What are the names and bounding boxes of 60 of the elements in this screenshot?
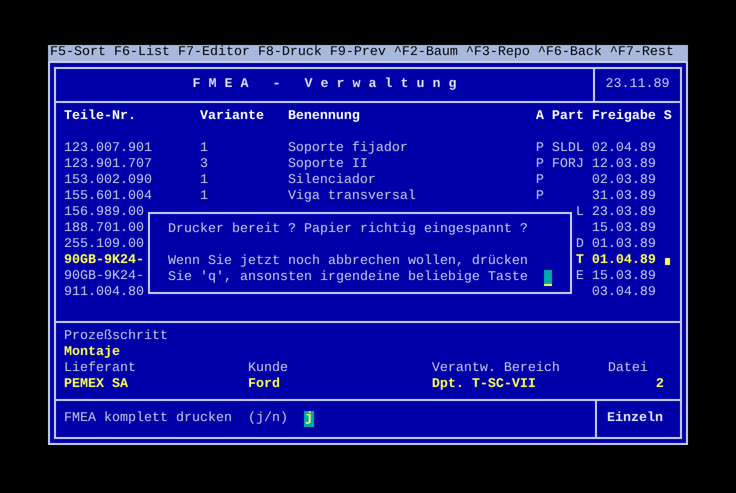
table-cell: Viga transversal — [288, 189, 416, 204]
table-cell: 02.04.89 — [592, 141, 656, 156]
table-cell: 03.04.89 — [592, 285, 656, 300]
table-cell: 1 — [200, 173, 208, 188]
column-header: A — [536, 109, 545, 125]
field-label: Prozeßschritt — [64, 329, 168, 345]
field-label: Datei — [608, 361, 648, 377]
table-cell: 3 — [200, 157, 208, 172]
column-header: S — [664, 109, 672, 125]
table-cell: 12.03.89 — [592, 157, 656, 172]
table-cell: P — [536, 141, 544, 156]
date-label: 23.11.89 — [606, 77, 670, 93]
table-cell: P — [536, 173, 544, 188]
table-cell: 123.901.707 — [64, 157, 152, 172]
table-cell: Soporte II — [288, 157, 368, 172]
table-cell: 911.004.80 — [64, 285, 144, 300]
dialog-text: Wenn Sie jetzt noch abbrechen wollen, drücken — [168, 254, 528, 270]
column-header: Variante — [200, 109, 265, 125]
field-value: 2 — [656, 377, 664, 393]
table-cell: 23.03.89 — [592, 205, 656, 220]
table-cell: D — [576, 237, 584, 252]
table-cell: E — [576, 269, 584, 284]
table-cell: 31.03.89 — [592, 189, 656, 204]
table-cell: 153.002.090 — [64, 173, 152, 188]
table-cell: P — [536, 189, 544, 204]
table-cell: 90GB-9K24- — [64, 253, 144, 268]
table-cell: T — [576, 253, 584, 268]
table-cell: L — [576, 205, 584, 220]
field-value: Ford — [248, 377, 280, 393]
table-cell: 01.04.89 — [592, 253, 656, 268]
table-cell: 01.03.89 — [592, 237, 656, 252]
table-cell: 1 — [200, 189, 208, 204]
prompt-label: FMEA komplett drucken — [64, 411, 233, 427]
column-header: Part — [552, 109, 584, 125]
table-cell: 02.03.89 — [592, 173, 656, 188]
mode-label: Einzeln — [607, 411, 663, 427]
dialog-text: Sie 'q', ansonsten irgendeine beliebige Taste — [168, 270, 528, 286]
field-value: PEMEX SA — [64, 377, 128, 393]
table-cell: 155.601.004 — [64, 189, 152, 204]
field-value: Dpt. T-SC-VII — [432, 377, 536, 393]
table-cell: FORJ — [552, 157, 584, 172]
field-label: Kunde — [248, 361, 288, 377]
prompt-hint: (j/n) — [248, 411, 289, 427]
table-cell: Silenciador — [288, 173, 376, 188]
field-value: Montaje — [64, 345, 120, 361]
table-cell: 123.007.901 — [64, 141, 152, 156]
field-label: Verantw. Bereich — [432, 361, 560, 377]
table-cell: P — [536, 157, 544, 172]
window-title: F M E A - V e r w a l t u n g — [192, 76, 458, 94]
table-cell: SLDL — [552, 141, 584, 156]
column-header: Teile-Nr. — [64, 109, 137, 125]
table-cell: Soporte fijador — [288, 141, 408, 156]
table-cell: 255.109.00 — [64, 237, 144, 252]
dialog-text: Drucker bereit ? Papier richtig eingespannt ? — [168, 222, 528, 238]
table-cell: 1 — [200, 141, 208, 156]
table-cell: 15.03.89 — [592, 269, 656, 284]
column-header: Benennung — [288, 109, 361, 125]
field-label: Lieferant — [64, 361, 136, 377]
table-cell: 156.989.00 — [64, 205, 144, 220]
column-header: Freigabe — [592, 109, 657, 125]
